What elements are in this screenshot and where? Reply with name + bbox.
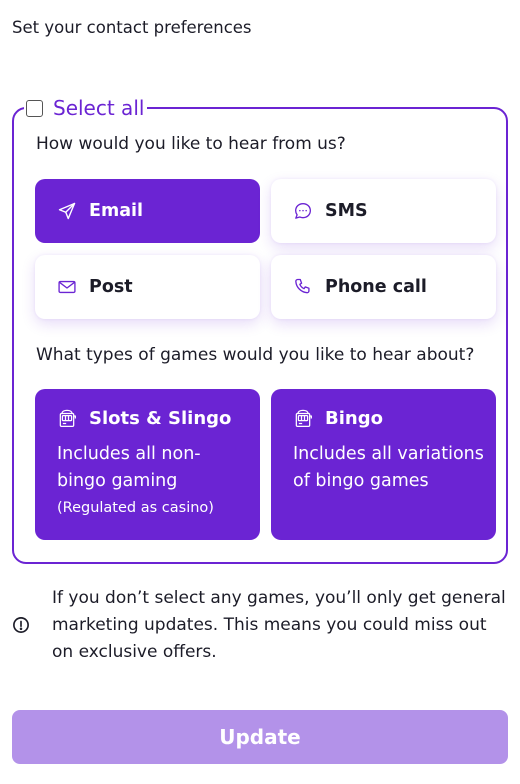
info-icon	[12, 616, 30, 634]
slot-machine-icon	[293, 408, 313, 428]
contact-option-label: SMS	[325, 201, 368, 221]
phone-icon	[293, 277, 313, 297]
game-option-description: Includes all variations of bingo games	[293, 444, 484, 491]
game-option-description: Includes all non-bingo gaming	[57, 444, 201, 491]
contact-preferences-group: Select all How would you like to hear fr…	[12, 96, 508, 564]
game-option-note: (Regulated as casino)	[57, 500, 214, 516]
contact-option-post[interactable]: Post	[35, 255, 260, 319]
contact-option-phone-call[interactable]: Phone call	[271, 255, 496, 319]
contact-method-question: How would you like to hear from us?	[36, 134, 346, 154]
send-icon	[57, 201, 77, 221]
contact-option-label: Phone call	[325, 277, 427, 297]
contact-option-label: Post	[89, 277, 133, 297]
game-option-bingo[interactable]: Bingo Includes all variations of bingo g…	[271, 389, 496, 540]
envelope-icon	[57, 277, 77, 297]
game-option-slots-slingo[interactable]: Slots & Slingo Includes all non-bingo ga…	[35, 389, 260, 540]
contact-option-sms[interactable]: SMS	[271, 179, 496, 243]
contact-option-label: Email	[89, 201, 143, 221]
select-all-checkbox[interactable]	[26, 99, 43, 117]
info-text: If you don’t select any games, you’ll on…	[52, 588, 506, 662]
contact-option-email[interactable]: Email	[35, 179, 260, 243]
update-button[interactable]: Update	[12, 710, 508, 764]
game-option-title: Slots & Slingo	[89, 407, 232, 429]
game-option-title: Bingo	[325, 407, 383, 429]
select-all-label[interactable]: Select all	[53, 96, 144, 120]
select-all-control[interactable]: Select all	[24, 96, 148, 120]
page-title: Set your contact preferences	[12, 18, 252, 37]
slot-machine-icon	[57, 408, 77, 428]
chat-bubble-icon	[293, 201, 313, 221]
games-question: What types of games would you like to he…	[36, 345, 475, 365]
